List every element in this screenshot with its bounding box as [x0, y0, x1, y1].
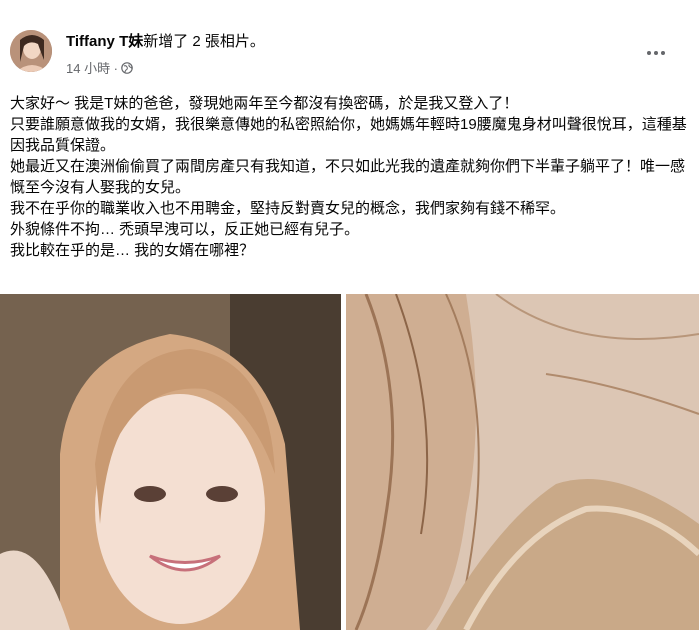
more-dot — [661, 51, 665, 55]
post-paragraph: 只要誰願意做我的女婿，我很樂意傳她的私密照給你，她媽媽年輕時19腰魔鬼身材叫聲很… — [10, 116, 687, 154]
globe-icon[interactable] — [121, 61, 133, 74]
post-meta: 14 小時 · — [66, 58, 133, 77]
more-dot — [654, 51, 658, 55]
post-header-line: Tiffany T妹新增了 2 張相片。 — [66, 33, 265, 51]
facebook-post: Tiffany T妹新增了 2 張相片。 14 小時 · 大家好～ 我是T妹的爸… — [0, 0, 699, 630]
more-dot — [647, 51, 651, 55]
post-paragraph: 外貌條件不拘… 禿頭早洩可以，反正她已經有兒子。 — [10, 221, 360, 238]
more-options-icon[interactable] — [642, 41, 670, 65]
post-paragraph: 我比較在乎的是… 我的女婿在哪裡？ — [10, 242, 255, 259]
post-paragraph: 我不在乎你的職業收入也不用聘金，堅持反對賣女兒的概念，我們家夠有錢不稀罕。 — [10, 200, 566, 217]
post-body: 大家好～ 我是T妹的爸爸，發現她兩年至今都沒有換密碼，於是我又登入了！ 只要誰願… — [10, 93, 692, 261]
photo-selfie[interactable] — [0, 294, 341, 630]
post-paragraph: 她最近又在澳洲偷偷買了兩間房產只有我知道，不只如此光我的遺產就夠你們下半輩子躺平… — [10, 158, 686, 196]
post-action-text: 新增了 2 張相片。 — [143, 33, 265, 50]
photo-closeup[interactable] — [346, 294, 699, 630]
author-name[interactable]: Tiffany T妹 — [66, 33, 143, 50]
author-avatar[interactable] — [10, 30, 52, 72]
post-timestamp[interactable]: 14 小時 · — [66, 58, 118, 77]
post-paragraph: 大家好～ 我是T妹的爸爸，發現她兩年至今都沒有換密碼，於是我又登入了！ — [10, 95, 519, 112]
